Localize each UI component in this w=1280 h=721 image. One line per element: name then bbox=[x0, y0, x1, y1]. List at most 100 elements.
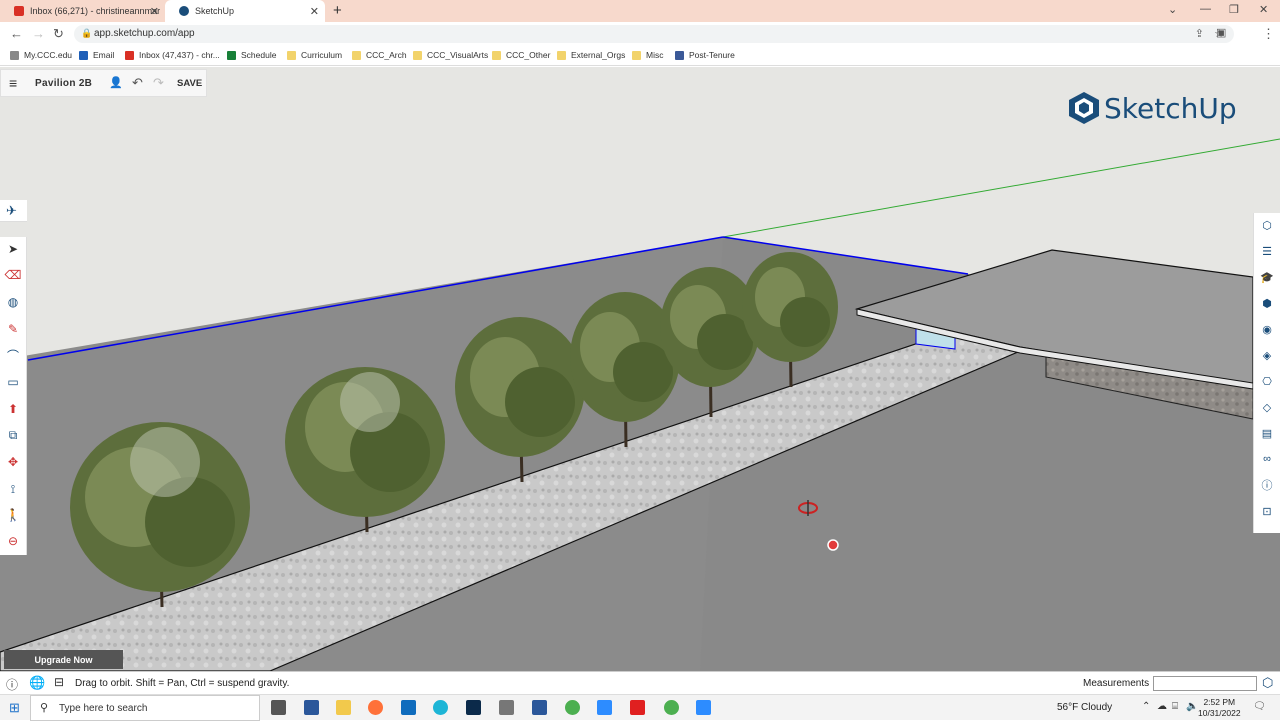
bookmark-item[interactable]: Post-Tenure bbox=[675, 50, 735, 60]
solar-icon[interactable]: ⊡ bbox=[1259, 503, 1275, 519]
bookmark-folder[interactable]: CCC_Arch bbox=[352, 50, 407, 60]
close-icon[interactable]: ✕ bbox=[310, 5, 319, 18]
styles-icon[interactable]: ◈ bbox=[1259, 347, 1275, 363]
app-icon[interactable] bbox=[499, 700, 514, 715]
address-bar[interactable]: 🔒 app.sketchup.com/app ⇪ ☆ bbox=[74, 25, 1234, 43]
chrome-icon[interactable] bbox=[565, 700, 580, 715]
volume-icon[interactable]: 🔈 bbox=[1186, 701, 1198, 712]
project-title[interactable]: Pavilion 2B bbox=[35, 78, 92, 89]
gmail-icon bbox=[125, 50, 134, 60]
taskbar-search[interactable]: ⚲ Type here to search bbox=[30, 695, 260, 721]
components-icon[interactable]: ⬢ bbox=[1259, 295, 1275, 311]
select-tool-icon[interactable]: ➤ bbox=[5, 241, 21, 257]
arc-tool-icon[interactable]: ⌒ bbox=[5, 347, 21, 363]
weather-widget[interactable]: 56°F Cloudy bbox=[1057, 702, 1112, 713]
close-icon[interactable]: ✕ bbox=[150, 5, 159, 18]
network-icon[interactable]: ⌸ bbox=[1172, 701, 1178, 712]
model-viewport[interactable]: ≡ Pavilion 2B 👤 ↶ ↷ SAVE SketchUp ✈ ➤ ⌫ … bbox=[0, 67, 1280, 671]
windows-start-icon[interactable]: ⊞ bbox=[9, 700, 20, 716]
info-icon[interactable]: ⓘ bbox=[1259, 477, 1275, 493]
forward-icon[interactable]: → bbox=[32, 26, 45, 41]
entity-info-icon[interactable]: ⬡ bbox=[1259, 217, 1275, 233]
credits-icon[interactable]: ⊟ bbox=[54, 675, 64, 689]
bookmark-folder[interactable]: Curriculum bbox=[287, 50, 342, 60]
language-globe-icon[interactable]: 🌐 bbox=[29, 675, 45, 691]
bookmark-item[interactable]: Email bbox=[79, 50, 114, 60]
user-icon[interactable]: 👤 bbox=[109, 76, 123, 89]
status-bar: ⓘ 🌐 ⊟ Drag to orbit. Shift = Pan, Ctrl =… bbox=[0, 671, 1280, 694]
time: 2:52 PM bbox=[1203, 697, 1236, 707]
help-icon[interactable]: ⓘ bbox=[6, 676, 18, 693]
sidebar-icon[interactable]: ▣ bbox=[1216, 26, 1226, 39]
eraser-icon[interactable]: ⌫ bbox=[5, 267, 22, 283]
tab-gmail[interactable]: Inbox (66,271) - christineannmar ✕ bbox=[0, 0, 165, 22]
push-pull-icon[interactable]: ⬆ bbox=[5, 401, 21, 417]
bookmark-item[interactable]: Schedule bbox=[227, 50, 276, 60]
reload-icon[interactable]: ↻ bbox=[53, 26, 64, 42]
notification-icon[interactable]: 🗨 bbox=[1253, 701, 1266, 712]
offset-tool-icon[interactable]: ⧉ bbox=[5, 427, 21, 443]
word-icon[interactable] bbox=[532, 700, 547, 715]
redo-icon[interactable]: ↷ bbox=[153, 75, 164, 91]
scenes-icon[interactable]: ⎔ bbox=[1259, 373, 1275, 389]
edge-icon[interactable] bbox=[433, 700, 448, 715]
file-explorer-icon[interactable] bbox=[336, 700, 351, 715]
clock[interactable]: 2:52 PM 10/31/2022 bbox=[1198, 697, 1241, 719]
sketchup-status-icon[interactable]: ⬡ bbox=[1262, 675, 1273, 691]
hamburger-menu-icon[interactable]: ≡ bbox=[9, 75, 17, 91]
back-icon[interactable]: ← bbox=[10, 26, 23, 41]
task-view-icon[interactable] bbox=[271, 700, 286, 715]
save-button[interactable]: SAVE bbox=[177, 78, 202, 89]
app-icon[interactable] bbox=[304, 700, 319, 715]
walk-tool-icon[interactable]: 🚶 bbox=[5, 507, 21, 523]
left-toolbar: ➤ ⌫ ◍ ✎ ⌒ ▭ ⬆ ⧉ ✥ ⟟ 🚶 ⊖ bbox=[0, 237, 27, 555]
maximize-button[interactable]: ❐ bbox=[1229, 3, 1239, 16]
minimize-button[interactable]: — bbox=[1200, 3, 1211, 15]
instructor-icon[interactable]: 🎓 bbox=[1259, 269, 1275, 285]
orbit-mode-toggle[interactable]: ✈ bbox=[0, 200, 27, 222]
tape-measure-icon[interactable]: ⟟ bbox=[5, 481, 21, 497]
bookmark-folder[interactable]: External_Orgs bbox=[557, 50, 625, 60]
orbit-tool-icon[interactable]: ⊖ bbox=[5, 533, 21, 549]
cloud-icon[interactable]: ☁ bbox=[1157, 701, 1167, 712]
flyer-icon[interactable]: ✈ bbox=[6, 203, 17, 219]
outlook-icon[interactable] bbox=[401, 700, 416, 715]
display-icon[interactable]: ∞ bbox=[1259, 451, 1275, 467]
chrome-icon[interactable] bbox=[664, 700, 679, 715]
photoshop-icon[interactable] bbox=[466, 700, 481, 715]
bookmark-item[interactable]: Inbox (47,437) - chr... bbox=[125, 50, 220, 60]
browser-tab-bar: Inbox (66,271) - christineannmar ✕ Sketc… bbox=[0, 0, 1280, 22]
zoom-icon[interactable] bbox=[696, 700, 711, 715]
share-icon[interactable]: ⇪ bbox=[1195, 27, 1204, 40]
right-panel-toolbar: ⬡ ☰ 🎓 ⬢ ◉ ◈ ⎔ ◇ ▤ ∞ ⓘ ⊡ bbox=[1253, 213, 1280, 533]
model-scene[interactable] bbox=[0, 67, 1280, 671]
bookmark-item[interactable]: My.CCC.edu bbox=[10, 50, 72, 60]
tab-search-icon[interactable]: ⌄ bbox=[1168, 3, 1177, 16]
logo-text: SketchUp bbox=[1104, 91, 1237, 125]
outliner-icon[interactable]: ☰ bbox=[1259, 243, 1275, 259]
firefox-icon[interactable] bbox=[368, 700, 383, 715]
pencil-icon[interactable]: ✎ bbox=[5, 321, 21, 337]
rectangle-tool-icon[interactable]: ▭ bbox=[5, 374, 21, 390]
bookmark-folder[interactable]: CCC_Other bbox=[492, 50, 550, 60]
move-tool-icon[interactable]: ✥ bbox=[5, 454, 21, 470]
undo-icon[interactable]: ↶ bbox=[132, 75, 143, 91]
upgrade-button[interactable]: Upgrade Now bbox=[4, 650, 123, 669]
tab-sketchup[interactable]: SketchUp ✕ bbox=[165, 0, 325, 22]
tray-chevron-icon[interactable]: ⌃ bbox=[1142, 701, 1150, 712]
menu-icon[interactable]: ⋮ bbox=[1262, 26, 1275, 42]
bookmark-folder[interactable]: Misc bbox=[632, 50, 663, 60]
measurements-input[interactable] bbox=[1153, 676, 1257, 691]
views-icon[interactable]: ▤ bbox=[1259, 425, 1275, 441]
tags-icon[interactable]: ◇ bbox=[1259, 399, 1275, 415]
new-tab-button[interactable]: + bbox=[333, 2, 342, 19]
measurements-label: Measurements bbox=[1083, 678, 1150, 689]
browser-nav-bar: ← → ↻ 🔒 app.sketchup.com/app ⇪ ☆ ▣ ⋮ bbox=[0, 22, 1280, 46]
bookmark-folder[interactable]: CCC_VisualArts bbox=[413, 50, 488, 60]
close-window-button[interactable]: ✕ bbox=[1259, 3, 1268, 16]
materials-icon[interactable]: ◉ bbox=[1259, 321, 1275, 337]
acrobat-icon[interactable] bbox=[630, 700, 645, 715]
doc-icon bbox=[675, 50, 684, 60]
paint-bucket-icon[interactable]: ◍ bbox=[5, 294, 21, 310]
zoom-icon[interactable] bbox=[597, 700, 612, 715]
